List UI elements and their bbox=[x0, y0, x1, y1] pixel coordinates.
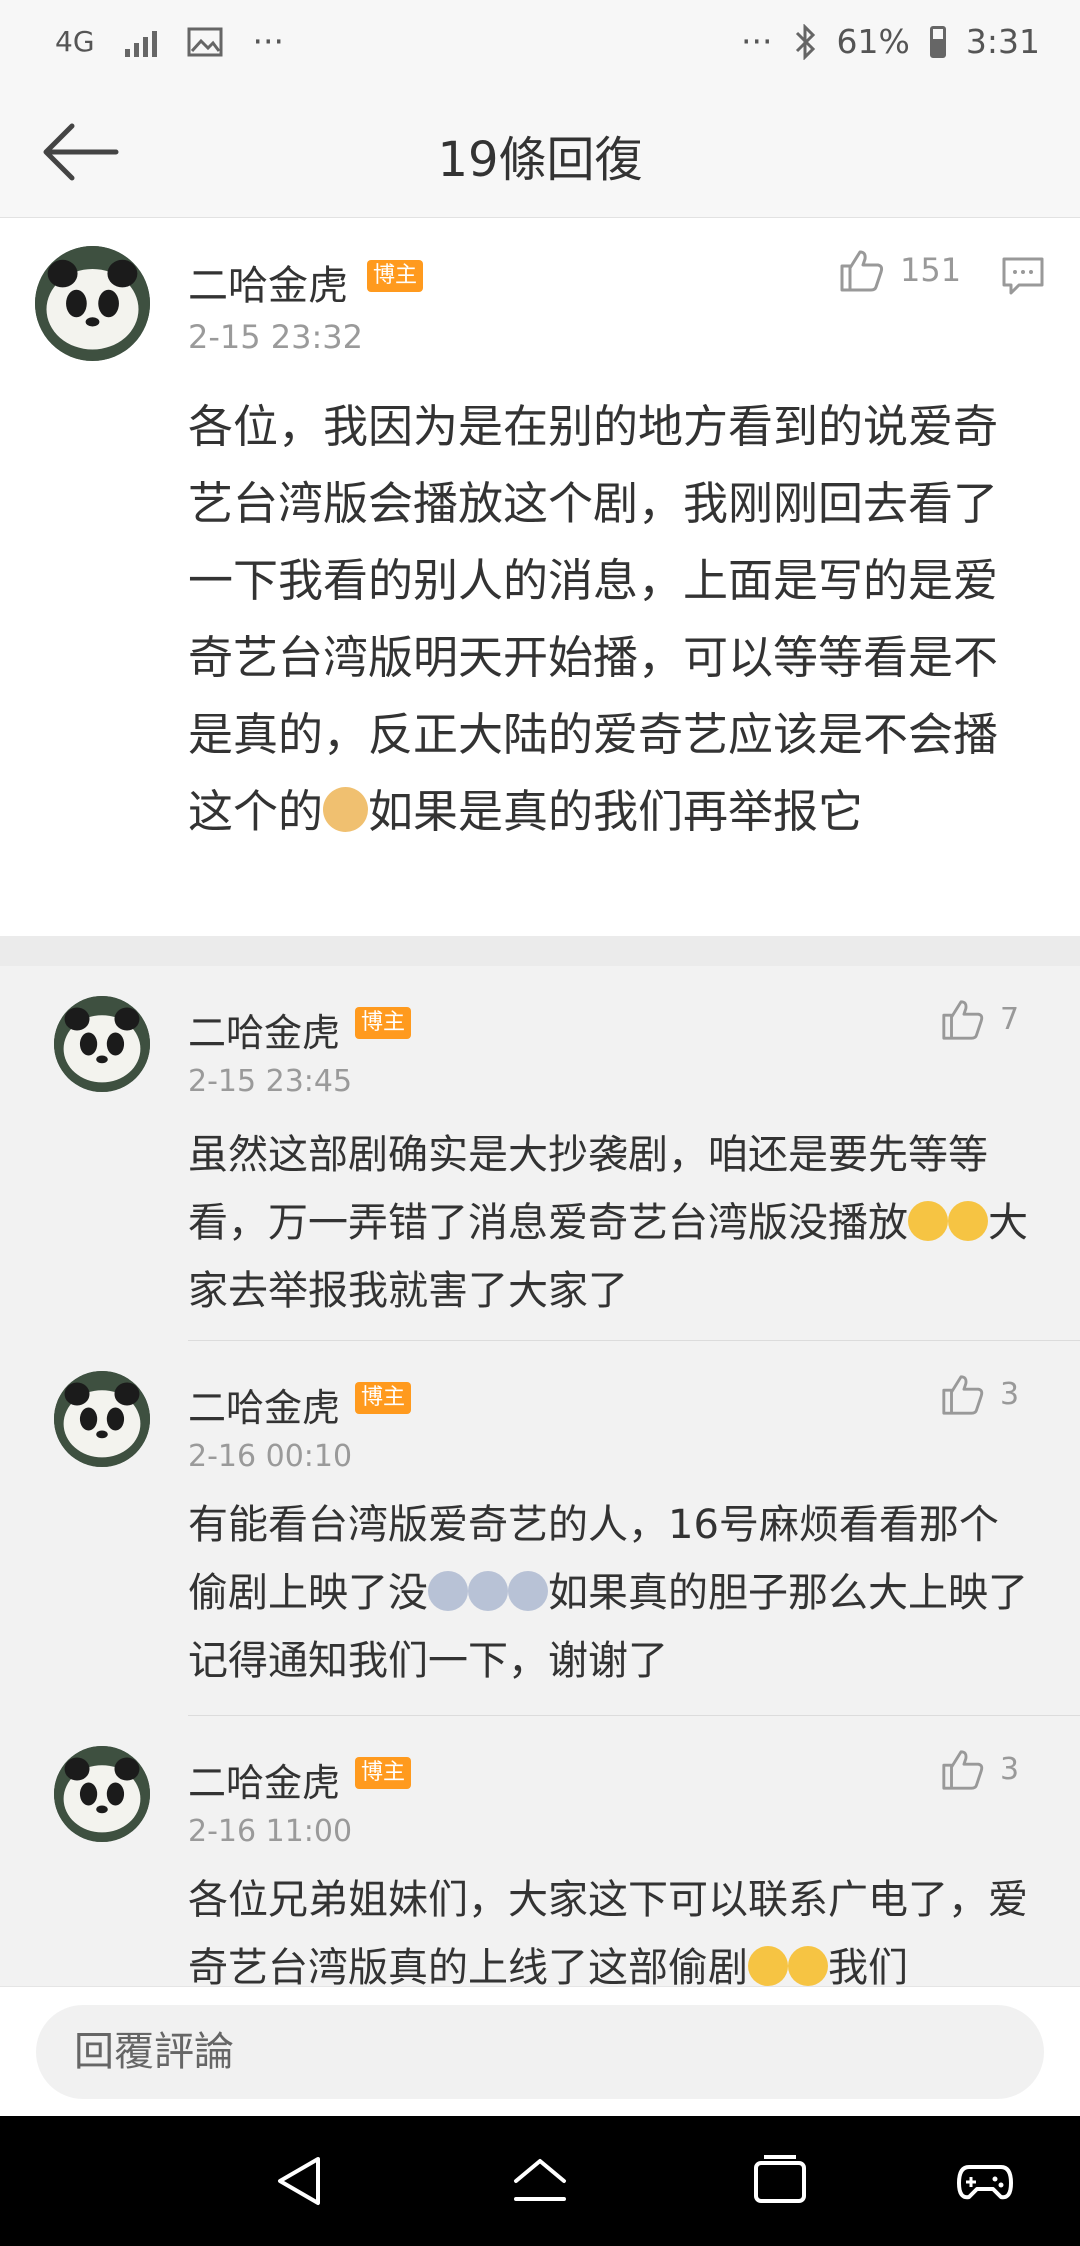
husky-emoji-icon bbox=[508, 1570, 548, 1611]
comment-text-part1: 各位，我因为是在别的地方看到的说爱奇艺台湾版会播放这个剧，我刚刚回去看了一下我看… bbox=[188, 400, 999, 838]
blogger-badge: 博主 bbox=[355, 1382, 412, 1414]
system-navigation-bar bbox=[0, 2116, 1080, 2246]
status-left: 4G ··· bbox=[55, 22, 284, 61]
reply-text: 虽然这部剧确实是大抄袭剧，咱还是要先等等看，万一弄错了消息爱奇艺台湾版没播放 大家… bbox=[188, 1121, 1038, 1325]
like-count: 151 bbox=[900, 251, 962, 289]
main-comment: 二哈金虎 博主 2-15 23:32 151 各位，我因为是在别的地方看到的说爱… bbox=[0, 218, 1080, 936]
battery-level: 61% bbox=[836, 22, 910, 61]
thumb-up-icon bbox=[942, 1000, 984, 1040]
reply-list: 二哈金虎 博主 2-15 23:45 7 虽然这部剧确实是大抄袭剧，咱还是要先等… bbox=[0, 966, 1080, 1986]
recent-apps-icon[interactable] bbox=[750, 2151, 810, 2211]
like-button[interactable]: 7 bbox=[940, 996, 1019, 1042]
avatar[interactable] bbox=[54, 1371, 150, 1467]
author-name[interactable]: 二哈金虎 bbox=[188, 1752, 340, 1807]
reply-input-bar: 回覆評論 bbox=[0, 1986, 1080, 2117]
avatar[interactable] bbox=[54, 1746, 150, 1842]
reply-text-part1: 虽然这部剧确实是大抄袭剧，咱还是要先等等看，万一弄错了消息爱奇艺台湾版没播放 bbox=[188, 1132, 988, 1246]
husky-emoji-icon bbox=[428, 1570, 468, 1611]
reply-input[interactable]: 回覆評論 bbox=[36, 2005, 1044, 2099]
avatar[interactable] bbox=[54, 996, 150, 1092]
back-nav-icon[interactable] bbox=[270, 2151, 330, 2211]
thumb-up-icon bbox=[840, 250, 884, 292]
more-notifications: ··· bbox=[252, 22, 284, 61]
comment-time: 2-15 23:32 bbox=[188, 318, 364, 356]
avatar[interactable] bbox=[35, 246, 150, 361]
header-bar: 19條回復 bbox=[0, 90, 1080, 218]
thumb-up-icon bbox=[942, 1375, 984, 1415]
reply-item: 二哈金虎 博主 2-16 00:10 3 有能看台湾版爱奇艺的人，16号麻烦看看… bbox=[0, 1341, 1080, 1716]
comment-text: 各位，我因为是在别的地方看到的说爱奇艺台湾版会播放这个剧，我刚刚回去看了一下我看… bbox=[188, 388, 1038, 850]
status-bar: 4G ··· ··· 61% 3:31 bbox=[0, 0, 1080, 90]
section-divider bbox=[0, 936, 1080, 966]
bluetooth-icon bbox=[795, 23, 815, 60]
like-button[interactable]: 3 bbox=[940, 1746, 1019, 1792]
like-button[interactable]: 151 bbox=[838, 246, 961, 294]
status-right: ··· 61% 3:31 bbox=[741, 22, 1040, 61]
reply-text: 各位兄弟姐妹们，大家这下可以联系广电了，爱奇艺台湾版真的上线了这部偷剧 我们 bbox=[188, 1866, 1038, 1986]
panda-avatar-image bbox=[35, 246, 150, 361]
home-nav-icon[interactable] bbox=[510, 2151, 570, 2211]
reply-time: 2-15 23:45 bbox=[188, 1064, 353, 1099]
game-controller-icon[interactable] bbox=[955, 2151, 1015, 2211]
blogger-badge: 博主 bbox=[355, 1007, 412, 1039]
network-type: 4G bbox=[55, 25, 95, 58]
author-name[interactable]: 二哈金虎 bbox=[188, 1002, 340, 1057]
like-count: 3 bbox=[1000, 1376, 1020, 1412]
comment-icon[interactable] bbox=[1001, 256, 1045, 296]
reply-item: 二哈金虎 博主 2-16 11:00 3 各位兄弟姐妹们，大家这下可以联系广电了… bbox=[0, 1716, 1080, 1986]
laugh-cry-emoji-icon bbox=[948, 1200, 988, 1241]
image-icon bbox=[187, 27, 223, 56]
like-count: 7 bbox=[1000, 1001, 1020, 1037]
husky-emoji-icon bbox=[468, 1570, 508, 1611]
crying-emoji-icon bbox=[788, 1945, 828, 1986]
crying-emoji-icon bbox=[748, 1945, 788, 1986]
like-count: 3 bbox=[1000, 1751, 1020, 1787]
clock: 3:31 bbox=[965, 22, 1040, 61]
like-button[interactable]: 3 bbox=[940, 1371, 1019, 1417]
more-status: ··· bbox=[741, 22, 773, 61]
page-title: 19條回復 bbox=[437, 132, 643, 188]
battery-icon bbox=[929, 25, 946, 58]
panda-avatar-image bbox=[54, 1371, 150, 1467]
reply-text: 有能看台湾版爱奇艺的人，16号麻烦看看那个偷剧上映了没 如果真的胆子那么大上映了记… bbox=[188, 1491, 1038, 1695]
laugh-cry-emoji-icon bbox=[908, 1200, 948, 1241]
reply-text-part2: 我们 bbox=[828, 1945, 908, 1986]
author-name[interactable]: 二哈金虎 bbox=[188, 1377, 340, 1432]
reply-time: 2-16 11:00 bbox=[188, 1814, 353, 1849]
page: 4G ··· ··· 61% 3:31 19條回復 二哈金虎 博主 2-15 2… bbox=[0, 0, 1080, 2246]
thumb-up-icon bbox=[942, 1750, 984, 1790]
panda-avatar-image bbox=[54, 996, 150, 1092]
blogger-badge: 博主 bbox=[355, 1757, 412, 1789]
doge-emoji-icon bbox=[323, 787, 369, 833]
signal-icon bbox=[124, 27, 157, 57]
blogger-badge: 博主 bbox=[367, 260, 424, 292]
panda-avatar-image bbox=[54, 1746, 150, 1842]
reply-item: 二哈金虎 博主 2-15 23:45 7 虽然这部剧确实是大抄袭剧，咱还是要先等… bbox=[0, 966, 1080, 1341]
comment-text-part2: 如果是真的我们再举报它 bbox=[368, 785, 864, 838]
author-name[interactable]: 二哈金虎 bbox=[188, 253, 348, 311]
reply-time: 2-16 00:10 bbox=[188, 1439, 353, 1474]
